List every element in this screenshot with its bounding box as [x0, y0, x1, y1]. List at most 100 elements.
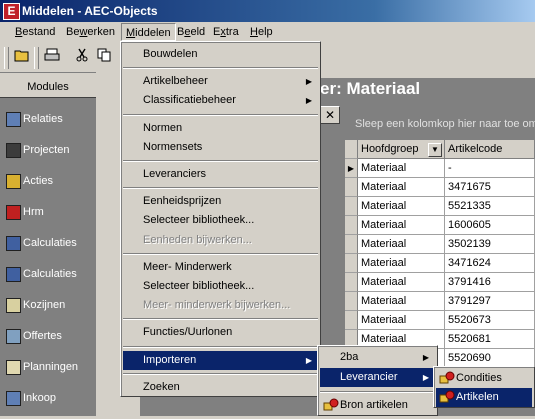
row-selector[interactable]	[345, 273, 358, 292]
cell-artikelcode[interactable]: 3471675	[445, 178, 535, 197]
menu-item-bouwdelen[interactable]: Bouwdelen	[123, 45, 318, 64]
module-projecten[interactable]: Projecten	[2, 136, 96, 166]
calculaties-icon	[6, 267, 21, 282]
cell-hoofdgroep[interactable]: Materiaal	[358, 178, 445, 197]
menu-help[interactable]: Help	[250, 26, 273, 38]
menu-item-classificatiebeheer[interactable]: Classificatiebeheer ▶	[123, 91, 318, 110]
calculaties-icon	[6, 236, 21, 251]
cell-artikelcode[interactable]: 1600605	[445, 216, 535, 235]
cell-hoofdgroep[interactable]: Materiaal	[358, 254, 445, 273]
leverancier-submenu: Condities Artikelen	[433, 366, 535, 408]
table-row[interactable]: Materiaal 3791297	[345, 292, 535, 311]
open-folder-icon[interactable]	[12, 48, 32, 68]
table-row[interactable]: Materiaal 3471624	[345, 254, 535, 273]
module-kozijnen[interactable]: Kozijnen	[2, 291, 96, 321]
row-selector[interactable]	[345, 178, 358, 197]
menu-item-label: Eenheden bijwerken...	[143, 233, 252, 246]
menu-item-leveranciers[interactable]: Leveranciers	[123, 165, 318, 184]
cell-hoofdgroep[interactable]: Materiaal	[358, 311, 445, 330]
toolbar-grip[interactable]	[4, 47, 9, 69]
hrm-icon	[6, 205, 21, 220]
cell-artikelcode[interactable]: 5520673	[445, 311, 535, 330]
artikelen-icon	[439, 390, 455, 404]
menu-item-label: Meer- Minderwerk	[143, 260, 232, 273]
table-row[interactable]: ▶ Materiaal -	[345, 159, 535, 178]
cell-hoofdgroep[interactable]: Materiaal	[358, 235, 445, 254]
cell-hoofdgroep[interactable]: Materiaal	[358, 216, 445, 235]
menu-item-functies-uurlonen[interactable]: Functies/Uurlonen	[123, 323, 318, 342]
module-acties[interactable]: Acties	[2, 167, 96, 197]
module-inkoop[interactable]: Inkoop	[2, 384, 96, 414]
row-selector[interactable]: ▶	[345, 159, 358, 178]
toolbar-separator	[34, 47, 39, 69]
cell-artikelcode[interactable]: -	[445, 159, 535, 178]
menu-item-label: Artikelbeheer	[143, 75, 208, 88]
menu-separator	[123, 113, 318, 116]
row-selector[interactable]	[345, 254, 358, 273]
cell-artikelcode[interactable]: 5521335	[445, 197, 535, 216]
module-calculaties-2[interactable]: Calculaties	[2, 260, 96, 290]
copy-icon[interactable]	[94, 48, 114, 68]
print-icon[interactable]	[42, 48, 62, 68]
table-row[interactable]: Materiaal 3502139	[345, 235, 535, 254]
table-row[interactable]: Materiaal 5520673	[345, 311, 535, 330]
menu-item-condities[interactable]: Condities	[436, 369, 532, 388]
menu-bewerken[interactable]: Bewerken	[66, 26, 115, 38]
title-bar: E Middelen - AEC-Objects	[0, 0, 535, 22]
table-row[interactable]: Materiaal 3791416	[345, 273, 535, 292]
menu-item-normensets[interactable]: Normensets	[123, 138, 318, 157]
menu-item-leverancier[interactable]: Leverancier ▶	[320, 368, 435, 387]
menu-item-label: Artikelen	[456, 391, 499, 403]
column-header-artikelcode[interactable]: Artikelcode	[445, 140, 535, 159]
table-row[interactable]: Materiaal 5521335	[345, 197, 535, 216]
row-selector[interactable]	[345, 235, 358, 254]
menu-item-normen[interactable]: Normen	[123, 119, 318, 138]
menu-item-importeren[interactable]: Importeren ▶	[123, 350, 318, 370]
menu-item-bron-artikelen[interactable]: Bron artikelen	[320, 396, 435, 415]
row-selector[interactable]	[345, 292, 358, 311]
menu-item-eenheidsprijzen[interactable]: Eenheidsprijzen	[123, 192, 318, 211]
cut-icon[interactable]	[72, 48, 92, 68]
menu-item-selecteer-bibliotheek[interactable]: Selecteer bibliotheek...	[123, 211, 318, 230]
row-selector[interactable]	[345, 197, 358, 216]
module-hrm[interactable]: Hrm	[2, 198, 96, 228]
cell-hoofdgroep[interactable]: Materiaal	[358, 292, 445, 311]
table-row[interactable]: Materiaal 1600605	[345, 216, 535, 235]
menu-bestand[interactable]: Bestand	[15, 26, 55, 38]
row-selector[interactable]	[345, 311, 358, 330]
menu-beeld[interactable]: Beeld	[177, 26, 205, 38]
cell-hoofdgroep[interactable]: Materiaal	[358, 197, 445, 216]
cell-artikelcode[interactable]: 3502139	[445, 235, 535, 254]
menu-item-label: Bouwdelen	[143, 48, 198, 60]
menu-item-2ba[interactable]: 2ba ▶	[320, 348, 435, 367]
cell-artikelcode[interactable]: 5520681	[445, 330, 535, 349]
row-selector[interactable]	[345, 216, 358, 235]
cell-artikelcode[interactable]: 3791297	[445, 292, 535, 311]
filter-dropdown-icon[interactable]: ▼	[428, 143, 442, 157]
close-icon[interactable]: ✕	[320, 106, 340, 124]
menu-separator	[123, 187, 318, 190]
menu-item-selecteer-bibliotheek[interactable]: Selecteer bibliotheek...	[123, 277, 318, 296]
module-relaties[interactable]: Relaties	[2, 105, 96, 135]
menu-extra[interactable]: Extra	[213, 26, 239, 38]
relaties-icon	[6, 112, 21, 127]
cell-artikelcode[interactable]: 3791416	[445, 273, 535, 292]
menu-item-meer-minderwerk[interactable]: Meer- Minderwerk	[123, 258, 318, 277]
menu-separator	[123, 372, 318, 375]
menu-item-zoeken[interactable]: Zoeken	[123, 378, 318, 397]
menu-item-artikelen[interactable]: Artikelen	[436, 388, 532, 407]
menu-item-label: Zoeken	[143, 380, 180, 393]
cell-hoofdgroep[interactable]: Materiaal	[358, 273, 445, 292]
column-header-hoofdgroep[interactable]: Hoofdgroep ▼	[358, 140, 445, 159]
menu-middelen[interactable]: Middelen	[121, 23, 176, 41]
module-calculaties[interactable]: Calculaties	[2, 229, 96, 259]
cell-artikelcode[interactable]: 3471624	[445, 254, 535, 273]
app-icon[interactable]: E	[3, 3, 20, 20]
menu-item-label: Leveranciers	[143, 168, 206, 180]
menu-item-artikelbeheer[interactable]: Artikelbeheer ▶	[123, 72, 318, 91]
module-offertes[interactable]: Offertes	[2, 322, 96, 352]
table-row[interactable]: Materiaal 3471675	[345, 178, 535, 197]
module-planningen[interactable]: Planningen	[2, 353, 96, 383]
pane-title: er: Materiaal	[320, 78, 535, 100]
cell-hoofdgroep[interactable]: Materiaal	[358, 159, 445, 178]
